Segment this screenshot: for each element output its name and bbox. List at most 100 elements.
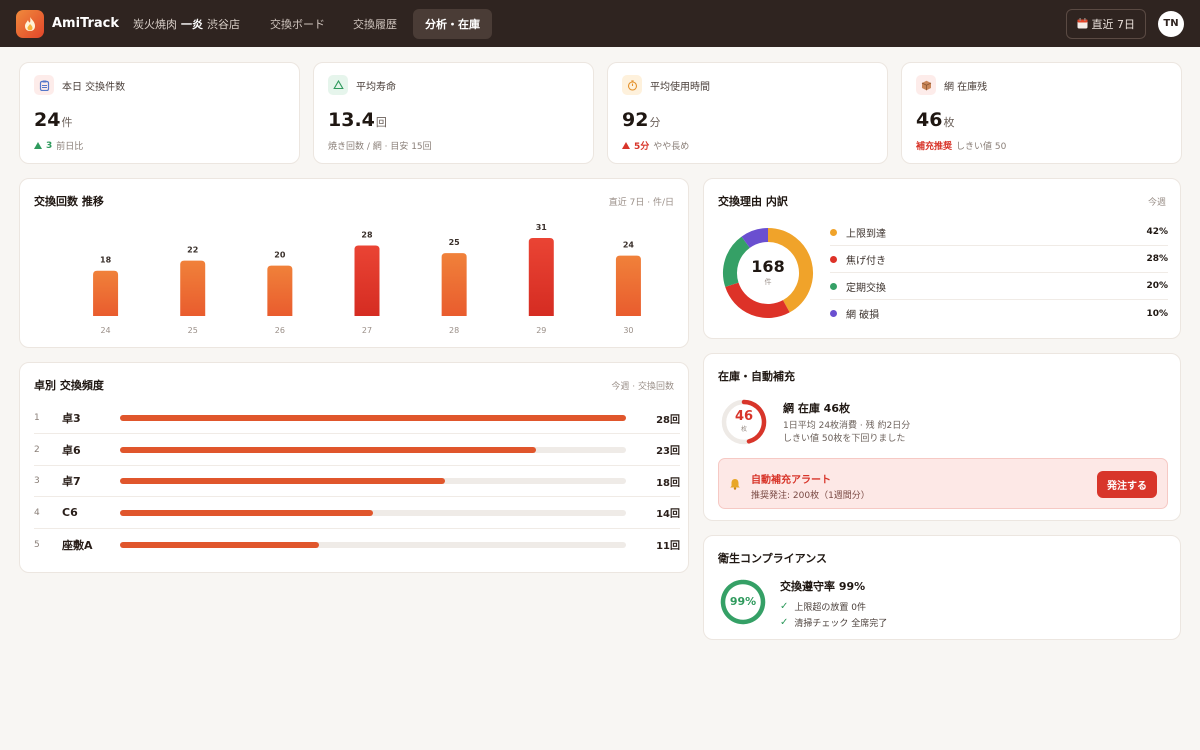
exchange-reason-card: 交換理由 内訳 今週 168 件 上限到達 42% 焦げ付き 28% 定期交換 20% 網 … (703, 178, 1181, 339)
chart-bar[interactable] (615, 255, 641, 316)
kpi-label: 平均寿命 (356, 81, 396, 93)
row-table-name: C6 (62, 506, 78, 520)
date-range-label: 直近 7日 (1091, 17, 1136, 31)
table-frequency-card: 卓別 交換頻度 今週 · 交換回数 1 卓3 28回 2 卓6 23回 3 卓7 18回 4 C6 1… (19, 362, 689, 573)
legend-label: 上限到達 (846, 228, 886, 240)
hygiene-compliance-card: 衛生コンプライアンス 99% 交換遵守率 99% ✓ 上限超の放置 0件 ✓ 清掃チ… (703, 535, 1181, 640)
legend-swatch (830, 255, 837, 263)
tab-exchange-history[interactable]: 交換履歴 (341, 9, 409, 39)
brand-name: AmiTrack (52, 16, 120, 31)
kpi-delta: 5分 (634, 142, 650, 152)
store-title: 一炎 (181, 17, 204, 31)
table-row[interactable]: 2 卓6 23回 (34, 435, 680, 466)
bell-icon (730, 479, 740, 490)
kpi-note: やや長め (653, 142, 690, 152)
legend-swatch (830, 310, 837, 317)
bar-value-label: 20 (274, 251, 286, 260)
legend-percent: 20% (1146, 281, 1168, 291)
legend-swatch (830, 228, 837, 236)
tab-exchange-board[interactable]: 交換ボード (258, 9, 337, 39)
card-title: 卓別 交換頻度 (34, 379, 104, 392)
user-avatar[interactable]: TN (1158, 10, 1184, 37)
row-count: 14回 (656, 509, 680, 521)
timer-icon (622, 75, 642, 95)
store-prefix: 炭火焼肉 (133, 17, 178, 31)
table-row[interactable]: 1 卓3 28回 (34, 403, 680, 434)
kpi-value: 13.4 (328, 109, 375, 131)
legend-item: 上限到達 42% (830, 219, 1168, 246)
card-meta: 今週 (1147, 198, 1166, 208)
clipboard-icon (34, 75, 54, 95)
table-row[interactable]: 5 座敷A 11回 (34, 529, 680, 560)
x-tick-label: 28 (449, 326, 459, 335)
alert-title: 自動補充アラート (751, 475, 831, 486)
legend-label: 網 破損 (846, 310, 880, 321)
trend-up-icon (622, 142, 630, 149)
donut-slice[interactable] (741, 228, 769, 249)
row-bar-track (120, 541, 626, 548)
x-tick-label: 26 (275, 326, 285, 335)
box-icon (916, 75, 936, 95)
legend-item: 定期交換 20% (830, 273, 1168, 300)
x-tick-label: 27 (362, 326, 372, 335)
check-text: 清掃チェック 全席完了 (794, 618, 888, 629)
chart-bar[interactable] (354, 245, 380, 316)
stock-consumption: 1日平均 24枚消費 · 残 約2日分 (783, 421, 911, 431)
kpi-note: しきい値 50 (956, 142, 1007, 152)
bar-value-label: 24 (623, 241, 635, 250)
x-tick-label: 25 (188, 326, 198, 335)
app-logo[interactable] (16, 9, 44, 38)
check-icon: ✓ (780, 600, 789, 612)
card-title: 衛生コンプライアンス (718, 552, 828, 565)
row-table-name: 卓3 (62, 412, 81, 425)
donut-total-unit: 件 (764, 278, 772, 286)
row-bar-fill (120, 478, 446, 485)
stock-gauge-value: 46 (734, 409, 754, 424)
chart-bar[interactable] (93, 270, 119, 316)
row-bar-fill (120, 541, 319, 548)
donut-slice[interactable] (725, 282, 790, 318)
bar-value-label: 18 (100, 256, 112, 265)
row-count: 11回 (656, 541, 680, 553)
date-range-button[interactable]: 直近 7日 (1065, 8, 1146, 39)
store-branch: 渋谷店 (207, 17, 241, 31)
kpi-delta: 3 (46, 140, 53, 151)
check-item: ✓ 清掃チェック 全席完了 (780, 614, 887, 630)
table-row[interactable]: 4 C6 14回 (34, 498, 680, 529)
row-table-name: 卓7 (62, 475, 81, 489)
legend-label: 焦げ付き (846, 255, 886, 267)
stock-headline: 網 在庫 46枚 (783, 402, 850, 415)
chart-bar[interactable] (267, 265, 293, 316)
kpi-value: 24 (34, 109, 61, 131)
x-tick-label: 29 (536, 326, 546, 335)
kpi-card-average-usage-time: 平均使用時間 92分 5分 やや長め (607, 62, 888, 164)
tab-analytics-stock[interactable]: 分析・在庫 (413, 8, 493, 39)
row-rank: 1 (34, 413, 40, 423)
kpi-unit: 分 (649, 116, 661, 129)
kpi-unit: 回 (375, 116, 387, 129)
x-tick-label: 24 (100, 326, 110, 335)
top-navigation-bar: AmiTrack 炭火焼肉 一炎 渋谷店 交換ボード 交換履歴 分析・在庫 直近 7… (0, 0, 1200, 47)
check-text: 上限超の放置 0件 (794, 602, 866, 613)
legend-label: 定期交換 (846, 282, 886, 294)
row-rank: 3 (34, 476, 40, 487)
chart-bar[interactable] (441, 253, 467, 316)
card-meta: 今週 · 交換回数 (611, 382, 674, 392)
kpi-unit: 件 (61, 116, 73, 129)
card-title: 在庫・自動補充 (718, 370, 795, 383)
kpi-label: 本日 交換件数 (62, 81, 126, 93)
kpi-note: 焼き回数 / 網 · 目安 15回 (328, 142, 432, 152)
bar-value-label: 31 (536, 223, 548, 232)
flame-icon (25, 16, 35, 31)
kpi-note: 前日比 (56, 142, 84, 152)
exchange-trend-card: 交換回数 推移 直近 7日 · 件/日 18 24 22 25 20 26 28 27 25 28… (19, 178, 689, 348)
kpi-label: 網 在庫残 (944, 81, 988, 93)
x-tick-label: 30 (623, 326, 633, 335)
kpi-value: 92 (622, 109, 649, 131)
restock-recommended-badge: 補充推奨 (916, 142, 953, 152)
table-row[interactable]: 3 卓7 18回 (34, 466, 680, 498)
place-order-button[interactable]: 発注する (1097, 471, 1157, 498)
exchange-trend-chart: 18 24 22 25 20 26 28 27 25 28 31 29 24 30 (93, 223, 641, 335)
chart-bar[interactable] (180, 260, 206, 316)
chart-bar[interactable] (528, 238, 554, 316)
